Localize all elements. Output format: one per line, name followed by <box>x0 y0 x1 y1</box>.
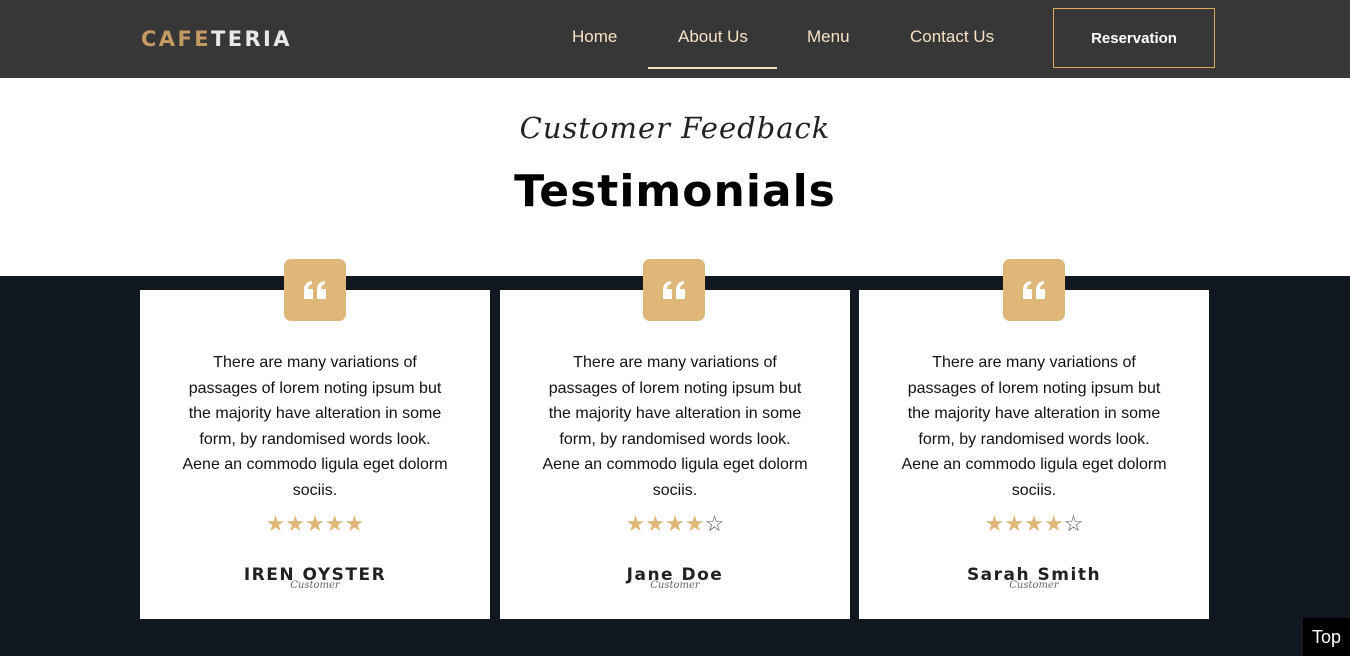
testimonial-card: There are many variations of passages of… <box>500 290 850 619</box>
star-filled-icon: ★ <box>285 511 306 536</box>
star-filled-icon: ★ <box>324 511 345 536</box>
testimonial-text: There are many variations of passages of… <box>182 354 448 499</box>
section-subtitle: Customer Feedback <box>519 111 831 145</box>
star-filled-icon: ★ <box>344 511 365 536</box>
nav-home[interactable]: Home <box>572 26 617 48</box>
nav-menu[interactable]: Menu <box>807 26 850 48</box>
nav-contact-us[interactable]: Contact Us <box>910 26 994 48</box>
rating-stars: ★★★★★ <box>140 511 490 537</box>
quote-badge <box>643 259 705 321</box>
rating-stars: ★★★★☆ <box>500 511 850 537</box>
star-filled-icon: ★ <box>1004 511 1025 536</box>
nav-active-indicator <box>648 67 777 69</box>
star-filled-icon: ★ <box>684 511 705 536</box>
star-filled-icon: ★ <box>665 511 685 536</box>
back-to-top-label: Top <box>1311 626 1342 647</box>
star-empty-icon: ☆ <box>1063 511 1084 536</box>
testimonial-role: Customer <box>650 580 700 591</box>
back-to-top-button[interactable]: Top <box>1303 618 1350 656</box>
star-empty-icon: ☆ <box>704 511 725 536</box>
star-filled-icon: ★ <box>305 511 325 536</box>
testimonial-text: There are many variations of passages of… <box>542 354 808 499</box>
quote-icon <box>1023 281 1045 299</box>
logo-part-cafe: CAFE <box>141 27 211 51</box>
star-filled-icon: ★ <box>265 511 286 536</box>
star-filled-icon: ★ <box>1024 511 1044 536</box>
logo[interactable]: CAFETERIA <box>141 24 292 54</box>
quote-badge <box>1003 259 1065 321</box>
testimonial-card: There are many variations of passages of… <box>859 290 1209 619</box>
nav-about-us[interactable]: About Us <box>678 26 748 48</box>
star-filled-icon: ★ <box>1043 511 1064 536</box>
navbar: CAFETERIA Home About Us Menu Contact Us … <box>0 0 1350 78</box>
quote-badge <box>284 259 346 321</box>
quote-icon <box>304 281 326 299</box>
star-filled-icon: ★ <box>984 511 1005 536</box>
star-filled-icon: ★ <box>625 511 646 536</box>
reservation-button-label: Reservation <box>1091 29 1177 47</box>
reservation-button[interactable]: Reservation <box>1053 8 1215 68</box>
testimonial-role: Customer <box>290 580 340 591</box>
testimonial-role: Customer <box>1009 580 1059 591</box>
star-filled-icon: ★ <box>645 511 666 536</box>
testimonial-card: There are many variations of passages of… <box>140 290 490 619</box>
testimonial-text: There are many variations of passages of… <box>901 354 1167 499</box>
quote-icon <box>663 281 685 299</box>
rating-stars: ★★★★☆ <box>859 511 1209 537</box>
section-title: Testimonials <box>514 166 836 217</box>
logo-part-teria: TERIA <box>210 27 292 51</box>
